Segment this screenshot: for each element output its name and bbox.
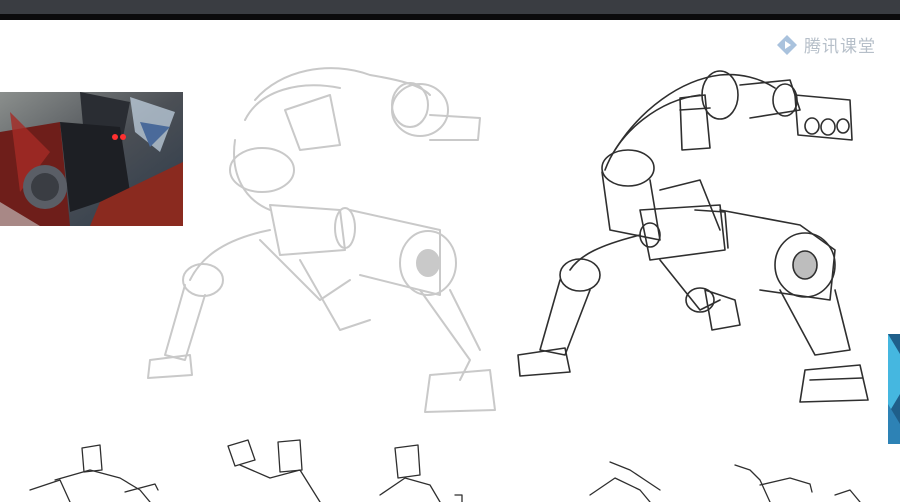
dark-sketch-figure bbox=[517, 70, 869, 403]
sketch-drawing[interactable] bbox=[0, 0, 900, 502]
thumbnail-sketches bbox=[29, 439, 861, 502]
light-sketch-figure bbox=[147, 67, 496, 413]
